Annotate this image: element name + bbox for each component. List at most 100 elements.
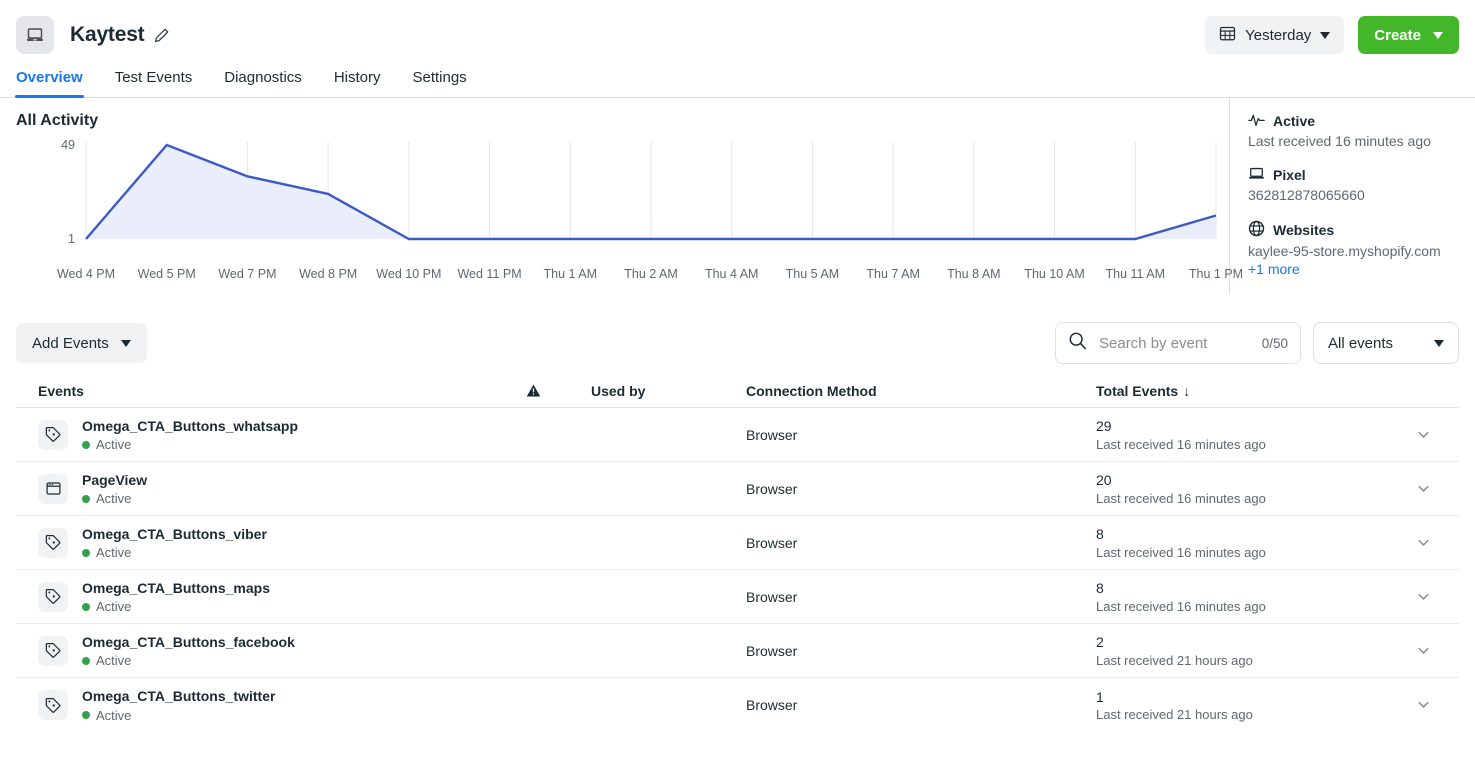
tab-bar: Overview Test Events Diagnostics History…	[0, 58, 1475, 98]
event-status: Active	[82, 437, 298, 452]
table-body: Omega_CTA_Buttons_whatsapp Active Browse…	[16, 408, 1459, 732]
chart-title: All Activity	[16, 112, 1221, 130]
event-cell: Omega_CTA_Buttons_twitter Active	[16, 687, 476, 722]
total-events-cell: 8 Last received 16 minutes ago	[1096, 579, 1459, 614]
search-input[interactable]	[1097, 334, 1252, 353]
event-info: Omega_CTA_Buttons_whatsapp Active	[82, 417, 298, 452]
chevron-down-icon	[1434, 340, 1444, 347]
connection-method-cell: Browser	[746, 535, 1096, 551]
table-row[interactable]: Omega_CTA_Buttons_viber Active Browser 8…	[16, 516, 1459, 570]
chart-x-tick: Thu 8 AM	[947, 267, 1001, 281]
event-name: Omega_CTA_Buttons_facebook	[82, 633, 295, 651]
chart-x-tick: Thu 10 AM	[1024, 267, 1084, 281]
tab-history[interactable]: History	[334, 69, 381, 97]
event-status: Active	[82, 653, 295, 668]
status-dot-icon	[82, 657, 90, 665]
connection-method-cell: Browser	[746, 643, 1096, 659]
connection-method-cell: Browser	[746, 589, 1096, 605]
status-dot-icon	[82, 711, 90, 719]
tab-test-events[interactable]: Test Events	[115, 69, 193, 97]
event-status: Active	[82, 545, 267, 560]
status-block: Active Last received 16 minutes ago	[1248, 112, 1461, 149]
chart-x-tick: Thu 7 AM	[866, 267, 920, 281]
last-received-text: Last received 21 hours ago	[1096, 707, 1253, 722]
chart-x-tick: Wed 5 PM	[138, 267, 196, 281]
total-events-values: 1 Last received 21 hours ago	[1096, 688, 1253, 723]
tag-icon	[38, 420, 68, 450]
add-events-label: Add Events	[32, 335, 109, 352]
chevron-down-icon[interactable]	[1416, 427, 1431, 442]
more-websites-link[interactable]: +1 more	[1248, 261, 1461, 277]
tag-icon	[38, 582, 68, 612]
status-dot-icon	[82, 603, 90, 611]
search-char-count: 0/50	[1262, 336, 1288, 351]
column-header-used-by: Used by	[591, 383, 746, 399]
total-events-count: 29	[1096, 417, 1266, 436]
connection-method-cell: Browser	[746, 427, 1096, 443]
total-events-cell: 1 Last received 21 hours ago	[1096, 688, 1459, 723]
tab-overview[interactable]: Overview	[16, 69, 83, 97]
event-info: PageView Active	[82, 471, 147, 506]
chevron-down-icon[interactable]	[1416, 535, 1431, 550]
activity-chart-panel: All Activity 491 Wed 4 PMWed 5 PMWed 7 P…	[16, 98, 1221, 294]
laptop-icon	[1248, 166, 1265, 184]
column-header-total-events[interactable]: Total Events ↓	[1096, 383, 1459, 399]
svg-text:1: 1	[68, 232, 75, 246]
pencil-icon[interactable]	[153, 27, 170, 44]
calendar-icon	[1219, 25, 1236, 46]
date-range-label: Yesterday	[1245, 27, 1311, 44]
chevron-down-icon[interactable]	[1416, 481, 1431, 496]
table-row[interactable]: Omega_CTA_Buttons_facebook Active Browse…	[16, 624, 1459, 678]
tab-diagnostics[interactable]: Diagnostics	[224, 69, 302, 97]
event-filter-select[interactable]: All events	[1313, 322, 1459, 364]
total-events-count: 8	[1096, 525, 1266, 544]
events-toolbar: Add Events 0/50 All events	[0, 312, 1475, 374]
laptop-icon	[16, 16, 54, 54]
website-domain: kaylee-95-store.myshopify.com	[1248, 243, 1461, 259]
event-status: Active	[82, 708, 275, 723]
chart-x-tick: Wed 7 PM	[218, 267, 276, 281]
total-events-cell: 8 Last received 16 minutes ago	[1096, 525, 1459, 560]
table-row[interactable]: Omega_CTA_Buttons_twitter Active Browser…	[16, 678, 1459, 732]
chart-x-tick: Wed 4 PM	[57, 267, 115, 281]
column-header-connection-method: Connection Method	[746, 383, 1096, 399]
add-events-button[interactable]: Add Events	[16, 323, 147, 363]
page-title: Kaytest	[70, 23, 144, 47]
total-events-cell: 29 Last received 16 minutes ago	[1096, 417, 1459, 452]
tab-settings[interactable]: Settings	[412, 69, 466, 97]
asset-info-panel: Active Last received 16 minutes ago Pixe…	[1229, 98, 1461, 294]
event-name: Omega_CTA_Buttons_viber	[82, 525, 267, 543]
globe-icon	[1248, 220, 1265, 240]
status-text: Active	[96, 599, 131, 614]
connection-method-cell: Browser	[746, 481, 1096, 497]
event-name: Omega_CTA_Buttons_whatsapp	[82, 417, 298, 435]
table-row[interactable]: PageView Active Browser 20 Last received…	[16, 462, 1459, 516]
tag-icon	[38, 636, 68, 666]
date-range-button[interactable]: Yesterday	[1205, 16, 1344, 54]
chevron-down-icon[interactable]	[1416, 643, 1431, 658]
event-info: Omega_CTA_Buttons_maps Active	[82, 579, 270, 614]
table-row[interactable]: Omega_CTA_Buttons_whatsapp Active Browse…	[16, 408, 1459, 462]
total-events-values: 8 Last received 16 minutes ago	[1096, 525, 1266, 560]
chevron-down-icon[interactable]	[1416, 589, 1431, 604]
status-label: Active	[1273, 113, 1315, 129]
chart-x-tick: Thu 11 AM	[1106, 267, 1166, 281]
last-received-text: Last received 16 minutes ago	[1096, 491, 1266, 506]
column-header-events: Events	[16, 383, 476, 399]
chart-x-tick: Thu 1 PM	[1189, 267, 1243, 281]
total-events-values: 8 Last received 16 minutes ago	[1096, 579, 1266, 614]
total-events-label: Total Events	[1096, 383, 1178, 399]
total-events-cell: 2 Last received 21 hours ago	[1096, 633, 1459, 668]
search-box[interactable]: 0/50	[1055, 322, 1301, 364]
warning-triangle-icon	[476, 383, 591, 398]
create-button[interactable]: Create	[1358, 16, 1459, 54]
status-dot-icon	[82, 495, 90, 503]
websites-block: Websites kaylee-95-store.myshopify.com +…	[1248, 220, 1461, 277]
table-row[interactable]: Omega_CTA_Buttons_maps Active Browser 8 …	[16, 570, 1459, 624]
websites-label: Websites	[1273, 222, 1334, 238]
chevron-down-icon	[121, 340, 131, 347]
event-name: Omega_CTA_Buttons_twitter	[82, 687, 275, 705]
activity-section: All Activity 491 Wed 4 PMWed 5 PMWed 7 P…	[0, 98, 1475, 294]
chevron-down-icon[interactable]	[1416, 697, 1431, 712]
event-cell: Omega_CTA_Buttons_whatsapp Active	[16, 417, 476, 452]
